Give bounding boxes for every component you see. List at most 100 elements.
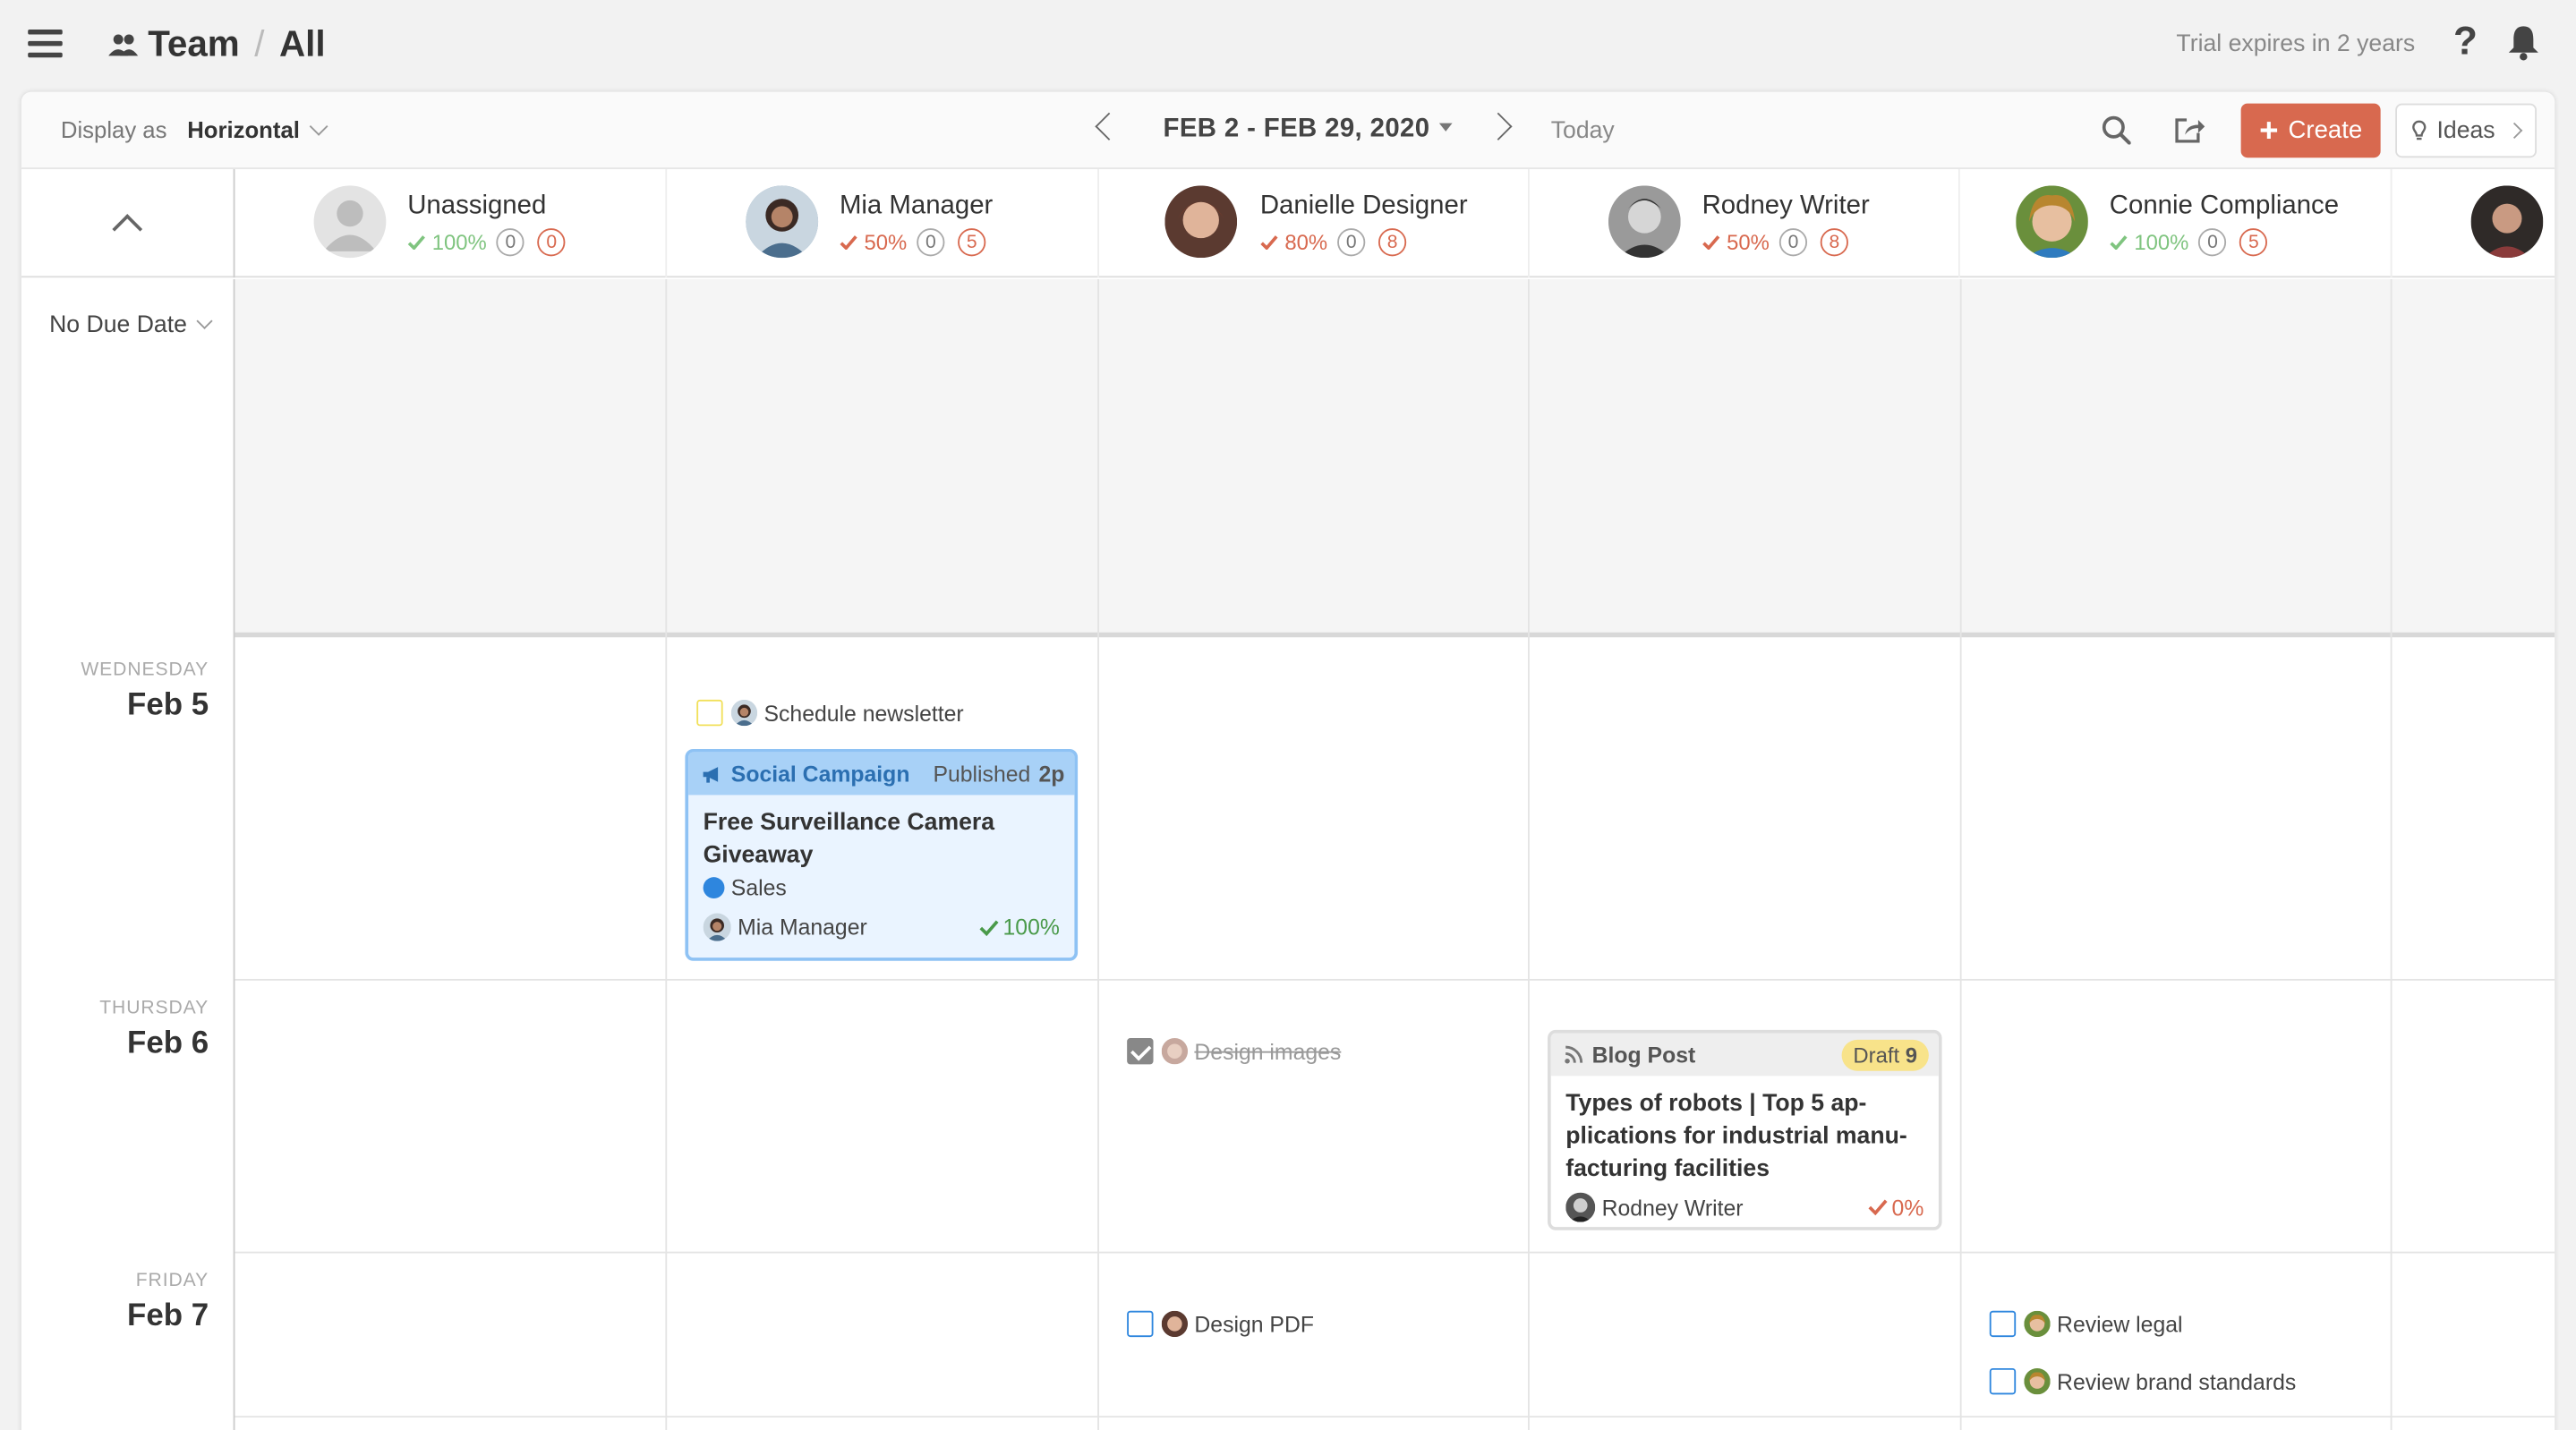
column-header-partial[interactable] <box>2392 169 2555 277</box>
day-row-feb-5[interactable] <box>235 643 2555 981</box>
card-header: Social Campaign Published 2p <box>688 752 1075 796</box>
day-label: THURSDAY Feb 6 <box>99 999 209 1063</box>
completion-percent: 50% <box>1702 230 1770 255</box>
completion-percent: 100% <box>2110 230 2188 255</box>
next-period-icon[interactable] <box>1484 112 1513 140</box>
task-item[interactable]: Review legal <box>1989 1310 2183 1338</box>
today-button[interactable]: Today <box>1551 118 1615 144</box>
open-count-badge: 0 <box>917 228 945 257</box>
date-range-picker[interactable]: FEB 2 - FEB 29, 2020 <box>1164 115 1454 144</box>
check-icon <box>1260 235 1278 250</box>
day-label: FRIDAY Feb 7 <box>127 1272 209 1336</box>
ideas-button[interactable]: Ideas <box>2395 103 2538 158</box>
no-due-date-row[interactable] <box>235 279 2555 638</box>
card-owner: Rodney Writer <box>1601 1195 1744 1220</box>
avatar <box>1565 1192 1596 1222</box>
card-body: Types of robots | Top 5 ap-plications fo… <box>1551 1076 1939 1227</box>
column-header-mia-manager[interactable]: Mia Manager 50% 0 5 <box>667 169 1099 278</box>
date-label-column: No Due Date WEDNESDAY Feb 5 THURSDAY Feb… <box>21 279 235 1430</box>
task-item[interactable]: Review brand standards <box>1989 1367 2296 1395</box>
task-checkbox[interactable] <box>1989 1310 2017 1338</box>
card-tag: Sales <box>703 875 1060 900</box>
day-date: Feb 5 <box>127 688 209 723</box>
breadcrumb: Team / All <box>108 22 326 66</box>
card-header: Blog Post Draft 9 <box>1550 1033 1939 1077</box>
day-row-feb-6[interactable] <box>235 981 2555 1254</box>
open-count-badge: 0 <box>1337 228 1366 257</box>
person-name: Unassigned <box>407 192 547 220</box>
notification-bell-icon[interactable] <box>2507 25 2540 61</box>
lightbulb-icon <box>2412 119 2427 140</box>
column-header-unassigned[interactable]: Unassigned 100% 0 0 <box>236 169 668 278</box>
card-body: Free Surveillance Camera Giveaway Sales … <box>688 795 1074 952</box>
avatar <box>1608 185 1681 259</box>
day-of-week: WEDNESDAY <box>81 660 209 680</box>
social-campaign-card[interactable]: Social Campaign Published 2p Free Survei… <box>685 748 1079 961</box>
status-badge: Draft 9 <box>1841 1038 1929 1070</box>
avatar <box>2024 1367 2051 1395</box>
card-status: Published <box>933 761 1031 787</box>
check-icon <box>980 919 1000 936</box>
task-checkbox-checked[interactable] <box>1127 1038 1154 1065</box>
task-item[interactable]: Design PDF <box>1127 1310 1314 1338</box>
task-item[interactable]: Design images <box>1127 1038 1342 1065</box>
share-icon[interactable] <box>2173 115 2206 144</box>
check-icon <box>407 235 425 250</box>
task-checkbox[interactable] <box>1127 1310 1154 1338</box>
open-count-badge: 0 <box>496 228 525 257</box>
chevron-down-icon <box>196 312 213 329</box>
column-header-rodney-writer[interactable]: Rodney Writer 50% 0 8 <box>1530 169 1960 278</box>
collapse-toggle[interactable] <box>21 169 235 278</box>
rss-icon <box>1565 1045 1583 1064</box>
search-icon[interactable] <box>2102 115 2131 145</box>
breadcrumb-separator: / <box>254 22 265 64</box>
late-count-badge: 5 <box>2239 228 2268 257</box>
people-header-row: Unassigned 100% 0 0 Mia Manager 50% 0 5 <box>21 169 2555 278</box>
chevron-down-icon <box>310 116 329 136</box>
chevron-right-icon <box>2505 122 2522 140</box>
person-stats: 50% 0 5 <box>840 228 999 257</box>
day-of-week: THURSDAY <box>99 998 209 1019</box>
task-item[interactable]: Schedule newsletter <box>696 699 964 727</box>
avatar <box>2470 185 2544 259</box>
task-label: Design PDF <box>1194 1311 1314 1337</box>
trial-notice[interactable]: Trial expires in 2 years <box>2176 31 2415 57</box>
caret-down-icon <box>1439 123 1454 132</box>
person-stats: 100% 0 0 <box>407 228 578 257</box>
person-name: Connie Compliance <box>2109 192 2340 220</box>
avatar <box>1161 1310 1189 1338</box>
column-header-danielle-designer[interactable]: Danielle Designer 80% 0 8 <box>1099 169 1530 278</box>
calendar-grid: No Due Date WEDNESDAY Feb 5 THURSDAY Feb… <box>21 279 2555 1430</box>
breadcrumb-all[interactable]: All <box>279 23 326 66</box>
avatar <box>746 185 819 259</box>
avatar <box>1161 1038 1189 1065</box>
open-count-badge: 0 <box>1778 228 1808 257</box>
task-checkbox[interactable] <box>1989 1367 2017 1395</box>
breadcrumb-team[interactable]: Team <box>148 23 240 66</box>
completion-percent: 50% <box>840 230 907 255</box>
top-bar: Team / All Trial expires in 2 years ? <box>0 0 2576 90</box>
task-label: Design images <box>1194 1038 1342 1064</box>
display-as-select[interactable]: Horizontal <box>187 116 329 143</box>
no-due-date-toggle[interactable]: No Due Date <box>49 312 213 338</box>
card-status-count: 2p <box>1038 761 1065 787</box>
check-icon <box>1702 235 1720 250</box>
blog-post-card[interactable]: Blog Post Draft 9 Types of robots | Top … <box>1548 1029 1942 1230</box>
create-button[interactable]: + Create <box>2240 103 2381 158</box>
menu-icon[interactable] <box>28 30 63 57</box>
person-name: Danielle Designer <box>1259 192 1468 220</box>
avatar <box>703 913 731 941</box>
late-count-badge: 0 <box>537 228 566 257</box>
avatar <box>1164 185 1238 259</box>
card-completion: 0% <box>1869 1195 1923 1220</box>
task-label: Review legal <box>2057 1311 2183 1337</box>
calendar-panel: Display as Horizontal FEB 2 - FEB 29, 20… <box>21 91 2555 1430</box>
help-icon[interactable]: ? <box>2453 20 2478 65</box>
card-title: Free Surveillance Camera Giveaway <box>703 809 995 869</box>
person-stats: 80% 0 8 <box>1260 228 1420 257</box>
previous-period-icon[interactable] <box>1095 112 1123 140</box>
column-header-connie-compliance[interactable]: Connie Compliance 100% 0 5 <box>1960 169 2393 278</box>
task-label: Schedule newsletter <box>763 700 964 726</box>
task-checkbox[interactable] <box>696 699 723 727</box>
card-completion: 100% <box>980 915 1060 940</box>
